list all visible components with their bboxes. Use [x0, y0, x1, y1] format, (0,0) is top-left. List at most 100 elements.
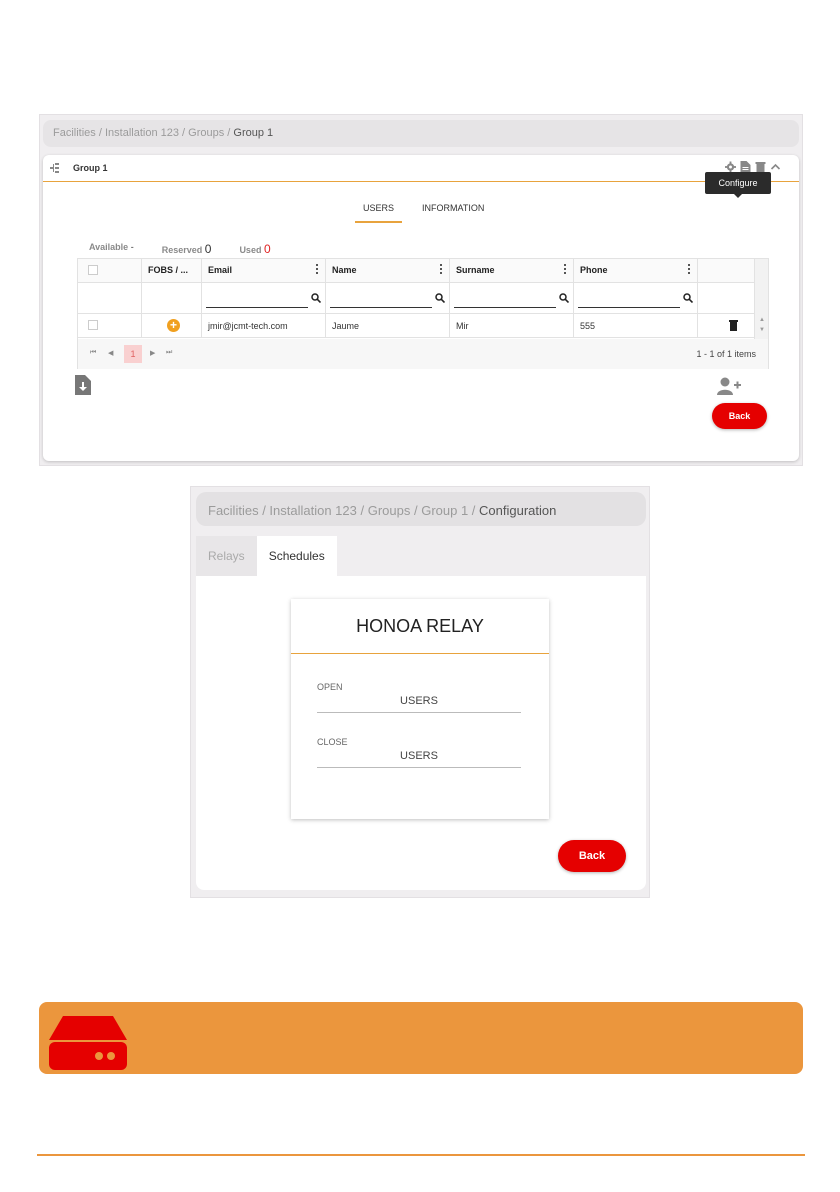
breadcrumb-facilities[interactable]: Facilities: [53, 127, 96, 139]
name-filter-input[interactable]: [330, 292, 432, 308]
tab-relays[interactable]: Relays: [196, 536, 257, 576]
phone-filter: [574, 283, 698, 313]
header-email[interactable]: Email: [202, 259, 326, 282]
group-card: Group 1 Configure USERS INFORMATION Avai…: [43, 155, 799, 461]
filter-empty: [142, 283, 202, 313]
available-counter: Available -: [89, 242, 134, 256]
breadcrumb-group[interactable]: Group 1: [421, 503, 468, 518]
breadcrumb-separator: /: [468, 503, 480, 518]
breadcrumb-separator: /: [224, 127, 234, 139]
group-card-header: Group 1: [43, 155, 799, 182]
used-label: Used: [239, 245, 262, 255]
relay-card: HONOA RELAY OPEN USERS CLOSE USERS: [291, 599, 549, 819]
breadcrumb-facilities[interactable]: Facilities: [208, 503, 259, 518]
row-checkbox[interactable]: [88, 320, 98, 330]
column-menu-icon[interactable]: [316, 264, 319, 276]
filter-empty: [698, 283, 756, 313]
column-fobs-label: FOBS / ...: [148, 265, 189, 275]
header-surname[interactable]: Surname: [450, 259, 574, 282]
filter-row: [78, 283, 756, 314]
email-filter: [202, 283, 326, 313]
group-title: Group 1: [73, 163, 108, 173]
table-row[interactable]: + jmir@jcmt-tech.com Jaume Mir 555: [78, 314, 756, 338]
breadcrumb-current: Group 1: [233, 127, 274, 139]
pager: ⏮ ◀ 1 ▶ ⏭ 1 - 1 of 1 items: [78, 339, 768, 369]
breadcrumb-separator: /: [178, 127, 189, 139]
search-icon[interactable]: [559, 293, 569, 303]
breadcrumb-separator: /: [258, 503, 270, 518]
scroll-down-icon[interactable]: ▼: [759, 327, 765, 333]
surname-filter-input[interactable]: [454, 292, 556, 308]
phone-filter-input[interactable]: [578, 292, 680, 308]
last-page-icon[interactable]: ⏭: [166, 349, 172, 357]
tab-schedules[interactable]: Schedules: [256, 536, 337, 576]
add-user-icon[interactable]: [717, 377, 741, 395]
header-select: [78, 259, 142, 282]
first-page-icon[interactable]: ⏮: [90, 349, 96, 357]
select-all-checkbox[interactable]: [88, 265, 98, 275]
scroll-up-icon[interactable]: ▲: [759, 317, 765, 323]
add-fob-icon[interactable]: +: [167, 319, 180, 332]
reserved-label: Reserved: [161, 245, 203, 255]
breadcrumb-installation[interactable]: Installation 123: [105, 127, 179, 139]
header-name[interactable]: Name: [326, 259, 450, 282]
prev-page-icon[interactable]: ◀: [108, 349, 113, 357]
close-field[interactable]: CLOSE USERS: [317, 737, 521, 768]
group-detail-screenshot: Facilities / Installation 123 / Groups /…: [39, 114, 803, 466]
available-value: -: [130, 242, 134, 252]
surname-filter: [450, 283, 574, 313]
chevron-up-icon[interactable]: [770, 161, 781, 173]
tree-icon: [50, 163, 59, 173]
breadcrumb-groups[interactable]: Groups: [188, 127, 224, 139]
column-menu-icon[interactable]: [564, 264, 567, 276]
column-menu-icon[interactable]: [440, 264, 443, 276]
available-label: Available: [89, 242, 129, 252]
close-value[interactable]: USERS: [317, 747, 521, 768]
search-icon[interactable]: [435, 293, 445, 303]
breadcrumb-installation[interactable]: Installation 123: [269, 503, 356, 518]
row-surname: Mir: [450, 314, 574, 337]
delete-row-icon[interactable]: [729, 320, 738, 331]
open-label: OPEN: [317, 682, 343, 692]
search-icon[interactable]: [683, 293, 693, 303]
reserved-counter: Reserved 0: [162, 242, 212, 256]
pager-info: 1 - 1 of 1 items: [696, 349, 756, 359]
search-icon[interactable]: [311, 293, 321, 303]
filter-empty: [78, 283, 142, 313]
group-tabs: USERS INFORMATION: [355, 203, 492, 223]
relay-title: HONOA RELAY: [291, 599, 549, 654]
row-select: [78, 314, 142, 337]
breadcrumb-separator: /: [95, 127, 105, 139]
next-page-icon[interactable]: ▶: [150, 349, 155, 357]
row-phone: 555: [574, 314, 698, 337]
column-email-label: Email: [208, 265, 233, 275]
tab-users[interactable]: USERS: [355, 203, 403, 223]
configure-tooltip: Configure: [705, 172, 771, 198]
breadcrumb-separator: /: [356, 503, 368, 518]
header-phone[interactable]: Phone: [574, 259, 698, 282]
breadcrumb-current: Configuration: [479, 503, 557, 518]
column-menu-icon[interactable]: [688, 264, 691, 276]
schedules-panel: HONOA RELAY OPEN USERS CLOSE USERS Back: [196, 576, 646, 890]
email-filter-input[interactable]: [206, 292, 308, 308]
open-value[interactable]: USERS: [317, 692, 521, 713]
users-grid: FOBS / ... Email Name Surname Phone + jm…: [77, 258, 769, 369]
breadcrumb-groups[interactable]: Groups: [368, 503, 411, 518]
header-fobs[interactable]: FOBS / ...: [142, 259, 202, 282]
download-icon[interactable]: [75, 375, 91, 395]
relay-config-screenshot: Facilities / Installation 123 / Groups /…: [190, 486, 650, 898]
config-tabs: Relays Schedules: [196, 536, 337, 576]
note-banner: [39, 1002, 803, 1074]
used-value: 0: [263, 242, 271, 256]
vertical-scrollbar[interactable]: ▲ ▼: [754, 259, 768, 339]
reserved-value: 0: [204, 242, 212, 256]
tab-information[interactable]: INFORMATION: [414, 203, 492, 223]
back-button[interactable]: Back: [558, 840, 626, 872]
page-number[interactable]: 1: [124, 345, 142, 363]
grid-header: FOBS / ... Email Name Surname Phone: [78, 259, 756, 283]
close-label: CLOSE: [317, 737, 348, 747]
column-surname-label: Surname: [456, 265, 495, 275]
back-button[interactable]: Back: [712, 403, 767, 429]
open-field[interactable]: OPEN USERS: [317, 682, 521, 713]
row-name: Jaume: [326, 314, 450, 337]
